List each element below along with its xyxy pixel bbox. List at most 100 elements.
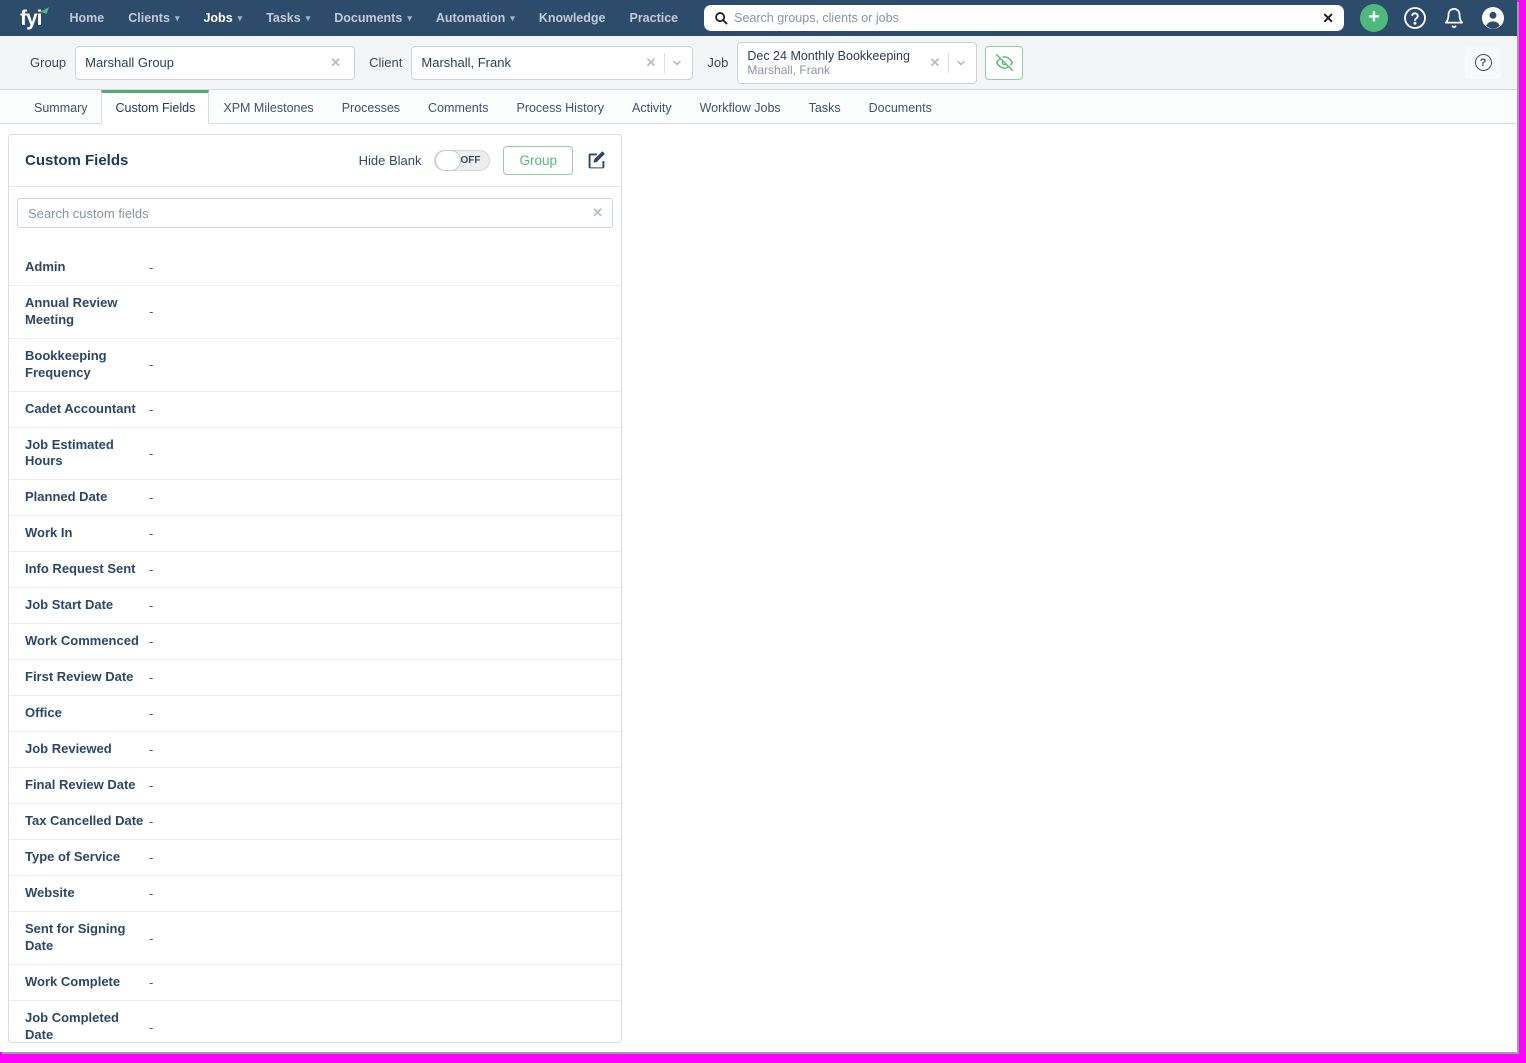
custom-fields-panel: Custom Fields Hide Blank OFF Group ✕ [8,134,622,1043]
nav-item[interactable]: Automation ▾ [424,0,527,36]
custom-field-value: - [149,706,154,722]
custom-field-value: - [149,445,154,461]
custom-field-label: Type of Service [25,849,121,865]
client-chevron-down-icon[interactable] [671,57,683,69]
job-tabbar: Summary Custom Fields XPM Milestones Pro… [0,90,1517,124]
nav-item[interactable]: Home [58,0,117,36]
custom-field-row: Job Completed Date - [9,1001,621,1042]
nav-item[interactable]: Documents ▾ [322,0,424,36]
toggle-knob [435,150,462,171]
tab[interactable]: Workflow Jobs [686,90,795,124]
custom-field-row: First Review Date - [9,660,621,697]
tab-label: Workflow Jobs [699,101,781,115]
client-clear-icon[interactable]: ✕ [641,55,660,71]
custom-field-label: Work Complete [25,974,121,990]
custom-field-label: Info Request Sent [25,561,136,577]
group-clear-icon[interactable]: ✕ [326,55,345,71]
hide-blank-toggle[interactable]: OFF [434,150,491,171]
job-clear-icon[interactable]: ✕ [925,55,944,71]
custom-field-row: Job Reviewed - [9,732,621,769]
edit-pencil-icon [588,151,606,169]
tab-label: Processes [341,101,401,115]
tab[interactable]: Summary [20,90,101,124]
custom-fields-search-wrap: ✕ [9,187,621,238]
tab-label: Activity [632,101,672,115]
group-fields-button[interactable]: Group [503,146,573,175]
fyi-logo-flag-icon [39,4,49,14]
tab[interactable]: Activity [618,90,686,124]
client-filter-value: Marshall, Frank [421,55,511,70]
nav-item-label: Knowledge [538,11,606,25]
custom-field-value: - [149,1019,154,1035]
group-filter-combobox[interactable]: Marshall Group ✕ [75,45,356,80]
custom-field-value: - [149,598,154,614]
search-clear-icon[interactable]: ✕ [1322,11,1334,25]
notifications-button[interactable] [1442,6,1466,30]
hide-blank-label: Hide Blank [358,153,422,168]
global-search[interactable]: ✕ [704,5,1344,31]
help-icon: ? [1474,54,1492,71]
nav-item[interactable]: Practice [617,0,690,36]
bell-icon [1444,8,1464,28]
custom-field-label: Cadet Accountant [25,400,136,416]
custom-field-value: - [149,490,154,506]
group-filter-label: Group [30,55,67,70]
custom-field-row: Job Start Date - [9,588,621,625]
tab[interactable]: Documents [855,90,946,124]
nav-item-label: Practice [629,11,679,25]
create-new-button[interactable]: + [1360,4,1388,32]
search-icon [715,12,728,25]
main-nav: Home Clients ▾ Jobs ▾ Tasks ▾ Documents … [58,0,691,36]
tab[interactable]: XPM Milestones [209,90,327,124]
nav-item-label: Documents [334,11,403,25]
fyi-logo-text: fyi [20,6,42,30]
tab-label: Tasks [808,101,841,115]
custom-field-value: - [149,357,154,373]
nav-item[interactable]: Jobs ▾ [191,0,254,36]
custom-field-label: Bookkeeping Frequency [25,347,107,380]
group-filter-value: Marshall Group [85,55,175,70]
tab-label: Comments [428,101,489,115]
main-content: Custom Fields Hide Blank OFF Group ✕ [0,124,1517,1052]
nav-item[interactable]: Knowledge [527,0,618,36]
tab-label: Process History [516,101,605,115]
custom-fields-search-input[interactable] [17,198,613,228]
custom-fields-search-clear-icon[interactable]: ✕ [592,205,603,221]
client-filter-combobox[interactable]: Marshall, Frank ✕ [411,45,694,80]
help-button[interactable] [1403,6,1427,30]
global-search-input[interactable] [734,11,1323,25]
nav-item[interactable]: Clients ▾ [116,0,191,36]
chevron-down-icon: ▾ [237,12,243,23]
tab[interactable]: Processes [328,90,414,124]
custom-field-value: - [149,562,154,578]
tab-label: XPM Milestones [223,101,314,115]
custom-field-value: - [149,886,154,902]
custom-field-row: Planned Date - [9,480,621,517]
job-filter-combobox[interactable]: Dec 24 Monthly Bookkeeping Marshall, Fra… [737,41,978,84]
panel-title: Custom Fields [25,152,129,169]
hide-job-button[interactable] [985,45,1024,80]
custom-field-label: Office [25,705,62,721]
custom-field-label: Planned Date [25,489,108,505]
page-help-button[interactable]: ? [1465,46,1501,79]
job-chevron-down-icon[interactable] [955,57,967,69]
custom-field-label: Website [25,885,75,901]
custom-field-row: Tax Cancelled Date - [9,804,621,841]
custom-field-label: Work Commenced [25,633,139,649]
tab[interactable]: Comments [414,90,502,124]
tab[interactable]: Process History [502,90,618,124]
user-menu-button[interactable] [1481,6,1505,30]
edit-fields-button[interactable] [586,150,607,171]
tab[interactable]: Custom Fields [101,90,210,124]
job-filter-subvalue: Marshall, Frank [747,62,831,77]
tab[interactable]: Tasks [795,90,855,124]
user-avatar-icon [1482,7,1504,29]
custom-field-row: Office - [9,696,621,733]
custom-field-label: Job Completed Date [25,1010,119,1042]
custom-field-row: Admin - [9,250,621,286]
fyi-logo[interactable]: fyi [20,4,49,30]
custom-field-label: Work In [25,525,73,541]
custom-field-label: Annual Review Meeting [25,295,118,327]
nav-item-label: Jobs [203,11,233,25]
nav-item[interactable]: Tasks ▾ [254,0,322,36]
